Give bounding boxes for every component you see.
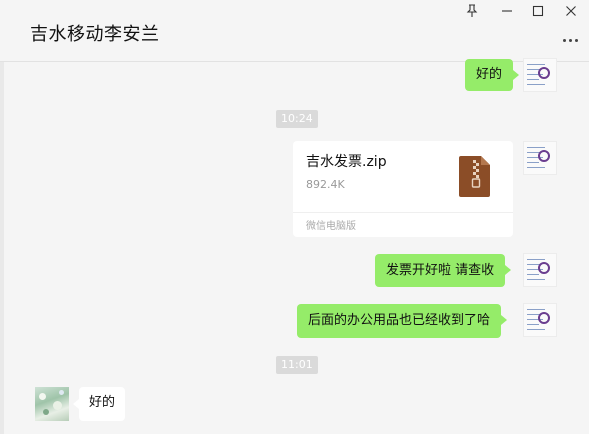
- avatar[interactable]: [523, 141, 557, 175]
- left-border: [0, 62, 4, 434]
- avatar[interactable]: [523, 58, 557, 92]
- zip-file-icon: [459, 156, 490, 197]
- chat-header: 吉水移动李安兰: [0, 0, 589, 62]
- message-text: 后面的办公用品也已经收到了哈: [308, 313, 491, 328]
- file-message[interactable]: 吉水发票.zip 892.4K 微信电脑版: [293, 141, 513, 237]
- timestamp: 11:01: [276, 356, 318, 374]
- message-text: 发票开好啦 请查收: [386, 263, 495, 278]
- message-bubble-sent[interactable]: 后面的办公用品也已经收到了哈: [297, 304, 508, 338]
- message-text: 好的: [476, 67, 503, 82]
- message-bubble-sent[interactable]: 发票开好啦 请查收: [375, 254, 512, 287]
- pin-icon[interactable]: [462, 4, 482, 24]
- close-icon[interactable]: [561, 4, 581, 24]
- file-name: 吉水发票.zip: [306, 154, 387, 170]
- avatar[interactable]: [523, 303, 557, 337]
- maximize-icon[interactable]: [528, 4, 548, 24]
- message-text: 好的: [89, 395, 116, 410]
- minimize-icon[interactable]: [497, 4, 517, 24]
- timestamp: 10:24: [276, 110, 318, 128]
- divider: [293, 212, 513, 213]
- message-bubble-sent[interactable]: 好的: [465, 59, 520, 91]
- file-source: 微信电脑版: [306, 221, 356, 232]
- avatar[interactable]: [523, 253, 557, 287]
- message-bubble-received[interactable]: 好的: [72, 387, 126, 421]
- more-options-icon[interactable]: [560, 30, 580, 50]
- file-size: 892.4K: [306, 178, 345, 191]
- contact-avatar[interactable]: [35, 387, 69, 421]
- chat-title: 吉水移动李安兰: [30, 24, 160, 45]
